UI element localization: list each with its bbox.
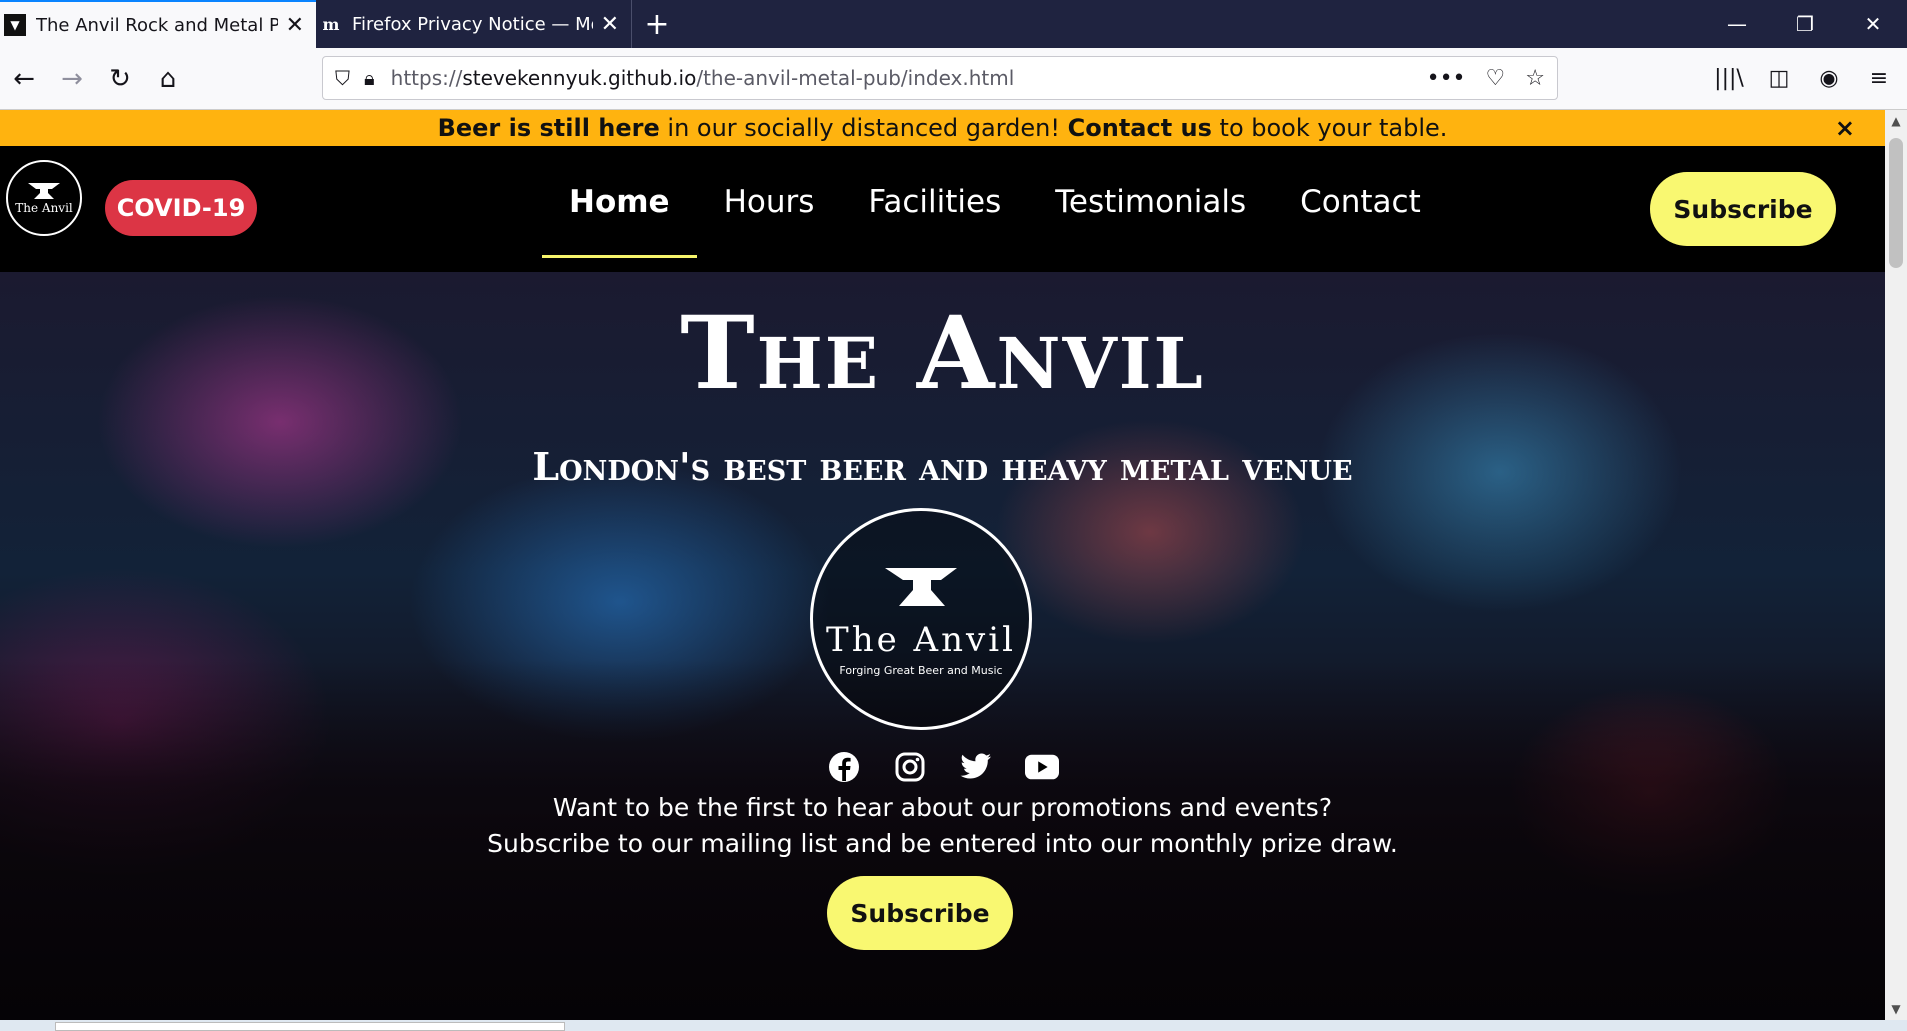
anvil-favicon-icon: ▼ <box>4 14 26 36</box>
hero-subscribe-button[interactable]: Subscribe <box>827 876 1013 950</box>
hero-text-line-1: Want to be the first to hear about our p… <box>552 793 1333 822</box>
hero-logo-name: The Anvil <box>826 619 1016 660</box>
close-window-icon[interactable]: ✕ <box>1839 0 1907 48</box>
tab-anvil[interactable]: ▼ The Anvil Rock and Metal Pub ✕ <box>0 0 316 48</box>
new-tab-icon[interactable]: + <box>632 0 682 48</box>
page-viewport: Beer is still here in our socially dista… <box>0 110 1885 1020</box>
back-icon[interactable]: ← <box>0 55 48 103</box>
page-scrollbar[interactable]: ▲ ▼ <box>1885 110 1907 1020</box>
taskbar <box>0 1020 1907 1031</box>
banner-text-end: to book your table. <box>1211 114 1448 142</box>
instagram-icon[interactable] <box>893 750 927 784</box>
youtube-icon[interactable] <box>1024 750 1059 784</box>
url-bar[interactable]: ⛉ 🔒︎ https://stevekennyuk.github.io/the-… <box>322 56 1558 100</box>
mozilla-favicon-icon: m <box>322 14 340 34</box>
menu-icon[interactable]: ≡ <box>1861 56 1897 100</box>
main-menu: Home Hours Facilities Testimonials Conta… <box>542 146 1448 272</box>
account-icon[interactable]: ◉ <box>1811 56 1847 100</box>
banner-contact-link[interactable]: Contact us <box>1068 114 1212 142</box>
browser-nav-bar: ← → ↻ ⌂ ⛉ 🔒︎ https://stevekennyuk.github… <box>0 48 1907 110</box>
bookmark-star-icon[interactable]: ☆ <box>1525 66 1545 91</box>
hero-logo: The Anvil Forging Great Beer and Music <box>810 508 1032 730</box>
scroll-down-icon[interactable]: ▼ <box>1885 1002 1907 1016</box>
nav-hours[interactable]: Hours <box>697 146 842 258</box>
shield-icon[interactable]: ⛉ <box>335 66 350 90</box>
site-header: The Anvil COVID-19 Home Hours Facilities… <box>0 146 1885 272</box>
minimize-icon[interactable]: — <box>1703 0 1771 48</box>
social-links <box>0 750 1885 784</box>
tab-title: The Anvil Rock and Metal Pub <box>36 14 278 36</box>
facebook-icon[interactable] <box>827 750 861 784</box>
reload-icon[interactable]: ↻ <box>96 55 144 103</box>
nav-contact[interactable]: Contact <box>1273 146 1448 258</box>
banner-bold-beer[interactable]: Beer is still here <box>438 114 660 142</box>
hero-section: The Anvil London's best beer and heavy m… <box>0 272 1885 1020</box>
more-actions-icon[interactable]: ••• <box>1427 66 1466 91</box>
anvil-icon <box>885 567 957 606</box>
library-icon[interactable]: |||\ <box>1711 56 1747 100</box>
twitter-icon[interactable] <box>959 750 993 784</box>
pocket-icon[interactable]: ♡ <box>1486 66 1506 91</box>
forward-icon[interactable]: → <box>48 55 96 103</box>
header-subscribe-button[interactable]: Subscribe <box>1650 172 1836 246</box>
browser-tab-bar: ▼ The Anvil Rock and Metal Pub ✕ m Firef… <box>0 0 1907 48</box>
site-logo-text: The Anvil <box>15 201 73 215</box>
tab-title: Firefox Privacy Notice — Mozill <box>352 13 593 35</box>
restore-icon[interactable]: ❐ <box>1771 0 1839 48</box>
url-text: https://stevekennyuk.github.io/the-anvil… <box>390 66 1015 90</box>
banner-text: in our socially distanced garden! <box>659 114 1068 142</box>
announcement-banner: Beer is still here in our socially dista… <box>0 110 1885 146</box>
lock-icon[interactable]: 🔒︎ <box>364 66 375 90</box>
scroll-up-icon[interactable]: ▲ <box>1885 114 1907 128</box>
close-tab-icon[interactable]: ✕ <box>286 13 304 38</box>
nav-facilities[interactable]: Facilities <box>841 146 1028 258</box>
site-logo[interactable]: The Anvil <box>6 160 82 236</box>
covid-button[interactable]: COVID-19 <box>105 180 257 236</box>
banner-close-icon[interactable]: × <box>1835 114 1855 142</box>
hero-logo-tagline: Forging Great Beer and Music <box>839 663 1003 677</box>
nav-testimonials[interactable]: Testimonials <box>1028 146 1273 258</box>
close-tab-icon[interactable]: ✕ <box>601 12 619 37</box>
hero-text-line-2: Subscribe to our mailing list and be ent… <box>487 829 1398 858</box>
nav-home[interactable]: Home <box>542 146 697 258</box>
tab-firefox-privacy[interactable]: m Firefox Privacy Notice — Mozill ✕ <box>316 0 632 48</box>
window-controls: — ❐ ✕ <box>1703 0 1907 48</box>
scrollbar-thumb[interactable] <box>1889 138 1903 268</box>
sidebar-icon[interactable]: ◫ <box>1761 56 1797 100</box>
home-icon[interactable]: ⌂ <box>144 55 192 103</box>
anvil-icon <box>28 183 60 199</box>
taskbar-search-box[interactable] <box>55 1022 565 1031</box>
hero-subtitle: London's best beer and heavy metal venue <box>532 444 1353 489</box>
hero-title: The Anvil <box>680 294 1205 412</box>
hero-text: Want to be the first to hear about our p… <box>0 790 1885 862</box>
